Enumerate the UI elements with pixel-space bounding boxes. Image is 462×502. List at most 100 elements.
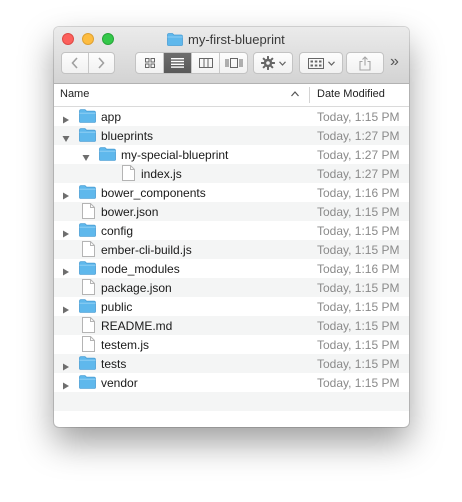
item-date-modified: Today, 1:27 PM bbox=[317, 167, 400, 181]
disclosure-collapsed-icon[interactable] bbox=[62, 265, 70, 276]
column-divider[interactable] bbox=[309, 87, 310, 103]
forward-button[interactable] bbox=[89, 53, 115, 73]
file-icon bbox=[82, 279, 95, 298]
list-item[interactable]: config Today, 1:15 PM bbox=[54, 221, 409, 240]
item-name: package.json bbox=[101, 281, 172, 295]
disclosure-expanded-icon[interactable] bbox=[82, 151, 90, 161]
finder-window: my-first-blueprint » Name Date Modified … bbox=[54, 27, 409, 427]
list-item[interactable]: package.json Today, 1:15 PM bbox=[54, 278, 409, 297]
disclosure-collapsed-icon[interactable] bbox=[62, 379, 70, 390]
item-name: vendor bbox=[101, 376, 138, 390]
item-name: bower_components bbox=[101, 186, 206, 200]
window-title-text: my-first-blueprint bbox=[188, 31, 285, 47]
folder-icon bbox=[79, 128, 96, 145]
back-button[interactable] bbox=[62, 53, 89, 73]
item-name: tests bbox=[101, 357, 127, 371]
folder-icon bbox=[79, 375, 96, 392]
title-bar: my-first-blueprint » bbox=[54, 27, 409, 84]
name-column-header[interactable]: Name bbox=[60, 88, 89, 100]
action-menu-button[interactable] bbox=[253, 52, 293, 74]
disclosure-expanded-icon[interactable] bbox=[62, 132, 70, 142]
disclosure-collapsed-icon[interactable] bbox=[62, 189, 70, 200]
file-icon bbox=[82, 336, 95, 355]
gear-icon bbox=[260, 56, 275, 70]
chevron-down-icon bbox=[278, 60, 286, 66]
list-item[interactable]: bower.json Today, 1:15 PM bbox=[54, 202, 409, 221]
file-icon bbox=[82, 241, 95, 260]
disclosure-collapsed-icon[interactable] bbox=[62, 360, 70, 371]
list-view-icon bbox=[171, 58, 184, 68]
item-date-modified: Today, 1:16 PM bbox=[317, 262, 400, 276]
list-view-button[interactable] bbox=[164, 53, 192, 73]
arrange-grid-icon bbox=[307, 57, 324, 69]
cover-flow-button[interactable] bbox=[220, 53, 247, 73]
file-list: app Today, 1:15 PM blueprints Today, 1:27 P… bbox=[54, 107, 409, 427]
item-name: testem.js bbox=[101, 338, 150, 352]
list-item[interactable]: index.js Today, 1:27 PM bbox=[54, 164, 409, 183]
disclosure-collapsed-icon[interactable] bbox=[62, 303, 70, 314]
list-item[interactable]: ember-cli-build.js Today, 1:15 PM bbox=[54, 240, 409, 259]
item-name: my-special-blueprint bbox=[121, 148, 229, 162]
item-date-modified: Today, 1:15 PM bbox=[317, 319, 400, 333]
item-name: app bbox=[101, 110, 122, 124]
item-date-modified: Today, 1:15 PM bbox=[317, 338, 400, 352]
cover-flow-icon bbox=[225, 58, 242, 68]
folder-icon bbox=[99, 147, 116, 164]
file-icon bbox=[122, 165, 135, 184]
share-icon bbox=[359, 55, 371, 71]
folder-icon bbox=[79, 185, 96, 202]
window-title: my-first-blueprint bbox=[167, 30, 285, 48]
item-date-modified: Today, 1:27 PM bbox=[317, 129, 400, 143]
date-modified-column-header[interactable]: Date Modified bbox=[317, 88, 385, 100]
list-item[interactable]: testem.js Today, 1:15 PM bbox=[54, 335, 409, 354]
list-item[interactable]: README.md Today, 1:15 PM bbox=[54, 316, 409, 335]
folder-icon bbox=[79, 356, 96, 373]
item-date-modified: Today, 1:15 PM bbox=[317, 357, 400, 371]
list-item[interactable]: public Today, 1:15 PM bbox=[54, 297, 409, 316]
item-name: README.md bbox=[101, 319, 173, 333]
item-name: public bbox=[101, 300, 133, 314]
close-window-button[interactable] bbox=[62, 33, 74, 45]
item-date-modified: Today, 1:15 PM bbox=[317, 300, 400, 314]
share-button[interactable] bbox=[346, 52, 384, 74]
empty-row bbox=[54, 392, 409, 411]
sort-ascending-icon[interactable] bbox=[290, 89, 300, 99]
item-date-modified: Today, 1:15 PM bbox=[317, 224, 400, 238]
disclosure-collapsed-icon[interactable] bbox=[62, 113, 70, 124]
list-item[interactable]: app Today, 1:15 PM bbox=[54, 107, 409, 126]
toolbar-overflow-button[interactable]: » bbox=[390, 54, 399, 70]
column-header-row: Name Date Modified bbox=[54, 84, 409, 107]
list-item[interactable]: vendor Today, 1:15 PM bbox=[54, 373, 409, 392]
item-date-modified: Today, 1:15 PM bbox=[317, 243, 400, 257]
chevron-right-icon bbox=[98, 57, 105, 69]
list-item[interactable]: node_modules Today, 1:16 PM bbox=[54, 259, 409, 278]
chevron-down-icon bbox=[327, 60, 335, 66]
item-date-modified: Today, 1:15 PM bbox=[317, 205, 400, 219]
folder-icon bbox=[79, 223, 96, 240]
item-name: blueprints bbox=[101, 129, 154, 143]
arrange-menu-button[interactable] bbox=[299, 52, 343, 74]
file-icon bbox=[82, 317, 95, 336]
folder-icon bbox=[79, 261, 96, 278]
zoom-window-button[interactable] bbox=[102, 33, 114, 45]
item-name: node_modules bbox=[101, 262, 180, 276]
item-name: ember-cli-build.js bbox=[101, 243, 192, 257]
folder-icon bbox=[79, 299, 96, 316]
item-name: config bbox=[101, 224, 134, 238]
item-date-modified: Today, 1:16 PM bbox=[317, 186, 400, 200]
item-date-modified: Today, 1:15 PM bbox=[317, 376, 400, 390]
column-view-icon bbox=[198, 58, 213, 68]
list-item[interactable]: tests Today, 1:15 PM bbox=[54, 354, 409, 373]
icon-view-button[interactable] bbox=[136, 53, 164, 73]
list-item[interactable]: my-special-blueprint Today, 1:27 PM bbox=[54, 145, 409, 164]
minimize-window-button[interactable] bbox=[82, 33, 94, 45]
column-view-button[interactable] bbox=[192, 53, 220, 73]
list-item[interactable]: blueprints Today, 1:27 PM bbox=[54, 126, 409, 145]
item-name: bower.json bbox=[101, 205, 159, 219]
list-item[interactable]: bower_components Today, 1:16 PM bbox=[54, 183, 409, 202]
folder-icon bbox=[79, 109, 96, 126]
item-date-modified: Today, 1:15 PM bbox=[317, 281, 400, 295]
icon-view-icon bbox=[144, 58, 155, 68]
file-icon bbox=[82, 203, 95, 222]
disclosure-collapsed-icon[interactable] bbox=[62, 227, 70, 238]
